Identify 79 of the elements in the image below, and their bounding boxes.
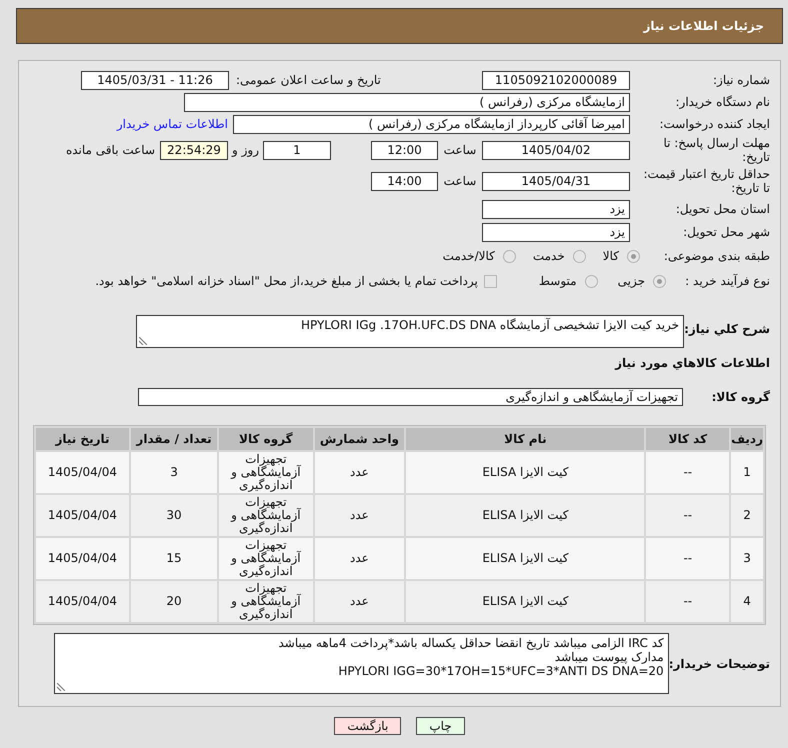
table-cell: تجهیزات آزمایشگاهی و اندازه‌گیری xyxy=(219,495,313,536)
table-cell: کیت الایزا ELISA xyxy=(406,495,644,536)
buyer-contact-link[interactable]: اطلاعات تماس خریدار xyxy=(116,115,228,133)
option-label: کالا xyxy=(602,248,619,265)
option-label: متوسط xyxy=(538,273,577,290)
description-textarea[interactable]: خرید کیت الایزا تشخیصی آزمایشگاه HPYLORI IGg .17OH.UFC.DS DNA xyxy=(136,315,684,348)
table-cell: کیت الایزا ELISA xyxy=(406,452,644,493)
table-cell: تجهیزات آزمایشگاهی و اندازه‌گیری xyxy=(219,538,313,579)
table-cell: 2 xyxy=(731,495,763,536)
resize-grip-icon[interactable] xyxy=(139,337,147,345)
table-header-cell: تاریخ نیاز xyxy=(36,428,129,450)
field-label: نوع فرآیند خرید : xyxy=(684,273,770,290)
table-cell: -- xyxy=(646,581,730,622)
goods-group-label: گروه کالا: xyxy=(710,389,770,406)
checkbox-label: پرداخت تمام یا بخشی از مبلغ خرید،از محل "اسناد خزانه اسلامی" خواهد بود. xyxy=(95,273,478,290)
table-cell: 3 xyxy=(130,452,218,493)
validity-time-field[interactable]: 14:00 xyxy=(371,172,438,190)
remaining-time-field[interactable]: 22:54:29 xyxy=(160,140,228,160)
deadline-time-field[interactable]: 12:00 xyxy=(371,140,438,160)
table-header-cell: واحد شمارش xyxy=(314,428,404,450)
need-number-field[interactable]: 1105092102000089 xyxy=(482,70,630,90)
table-cell: 1405/04/04 xyxy=(36,538,129,579)
table-header-cell: گروه کالا xyxy=(219,428,313,450)
buyer-notes-label: توضیحات خریدار: xyxy=(668,656,770,672)
table-cell: 20 xyxy=(130,581,218,622)
province-field[interactable]: یزد xyxy=(482,200,630,218)
field-label: طبقه بندی موضوعی: xyxy=(662,248,770,265)
table-cell: عدد xyxy=(314,538,404,579)
field-label: استان محل تحویل: xyxy=(674,201,770,218)
option-label: جزیی xyxy=(618,273,645,290)
table-cell: عدد xyxy=(314,452,404,493)
table-cell: 15 xyxy=(130,538,218,579)
table-cell: عدد xyxy=(314,581,404,622)
time-label: ساعت xyxy=(442,142,478,159)
page-title: جزئیات اطلاعات نیاز xyxy=(643,18,764,35)
table-cell: تجهیزات آزمایشگاهی و اندازه‌گیری xyxy=(219,581,313,622)
time-label: ساعت xyxy=(442,173,478,190)
back-button[interactable]: بازگشت xyxy=(334,717,402,735)
field-label: شهر محل تحویل: xyxy=(682,224,770,241)
table-cell: کیت الایزا ELISA xyxy=(406,538,644,579)
option-label: کالا/خدمت xyxy=(442,248,495,265)
field-label: مهلت ارسال پاسخ: تا تاریخ: xyxy=(662,136,770,164)
city-field[interactable]: یزد xyxy=(482,222,630,242)
table-cell: 3 xyxy=(731,538,763,579)
table-cell: 1405/04/04 xyxy=(36,452,129,493)
table-cell: 30 xyxy=(130,495,218,536)
table-cell: عدد xyxy=(314,495,404,536)
table-header-cell: ردیف xyxy=(731,428,763,450)
section-heading: اطلاعات کالاهاي مورد نياز xyxy=(615,355,770,372)
table-cell: -- xyxy=(646,538,730,579)
remaining-label: ساعت باقی مانده xyxy=(66,142,155,159)
table-header-cell: کد کالا xyxy=(646,428,730,450)
table-cell: 4 xyxy=(731,581,763,622)
table-cell: تجهیزات آزمایشگاهی و اندازه‌گیری xyxy=(219,452,313,493)
table-cell: 1405/04/04 xyxy=(36,495,129,536)
buyer-org-field[interactable]: ازمایشگاه مرکزی (رفرانس ) xyxy=(184,92,630,112)
table-header-cell: نام کالا xyxy=(406,428,644,450)
description-label: شرح کلي نياز: xyxy=(684,321,770,338)
table-cell: کیت الایزا ELISA xyxy=(406,581,644,622)
days-field[interactable]: 1 xyxy=(263,140,331,160)
deadline-date-field[interactable]: 1405/04/02 xyxy=(482,140,630,160)
table-header-cell: تعداد / مقدار xyxy=(130,428,218,450)
requester-field[interactable]: امیرضا آقائی کارپرداز ازمایشگاه مرکزی (رفرانس ) xyxy=(233,114,630,134)
days-label: روز و xyxy=(230,142,260,159)
table-cell: -- xyxy=(646,495,730,536)
field-label: ایجاد کننده درخواست: xyxy=(658,116,770,133)
field-label: شماره نیاز: xyxy=(712,72,770,89)
field-label: حداقل تاریخ اعتبار قیمت: تا تاریخ: xyxy=(642,167,770,195)
announce-date-field[interactable]: 1405/03/31 - 11:26 xyxy=(81,70,229,90)
field-label: تاریخ و ساعت اعلان عمومی: xyxy=(236,72,381,89)
table-cell: -- xyxy=(646,452,730,493)
option-label: خدمت xyxy=(532,248,565,265)
table-cell: 1 xyxy=(731,452,763,493)
goods-group-field[interactable]: تجهیزات آزمایشگاهی و اندازه‌گیری xyxy=(138,388,683,406)
resize-grip-icon[interactable] xyxy=(57,683,65,691)
table-cell: 1405/04/04 xyxy=(36,581,129,622)
print-button[interactable]: چاپ xyxy=(416,717,465,735)
validity-date-field[interactable]: 1405/04/31 xyxy=(482,172,630,190)
field-label: نام دستگاه خریدار: xyxy=(674,94,770,111)
